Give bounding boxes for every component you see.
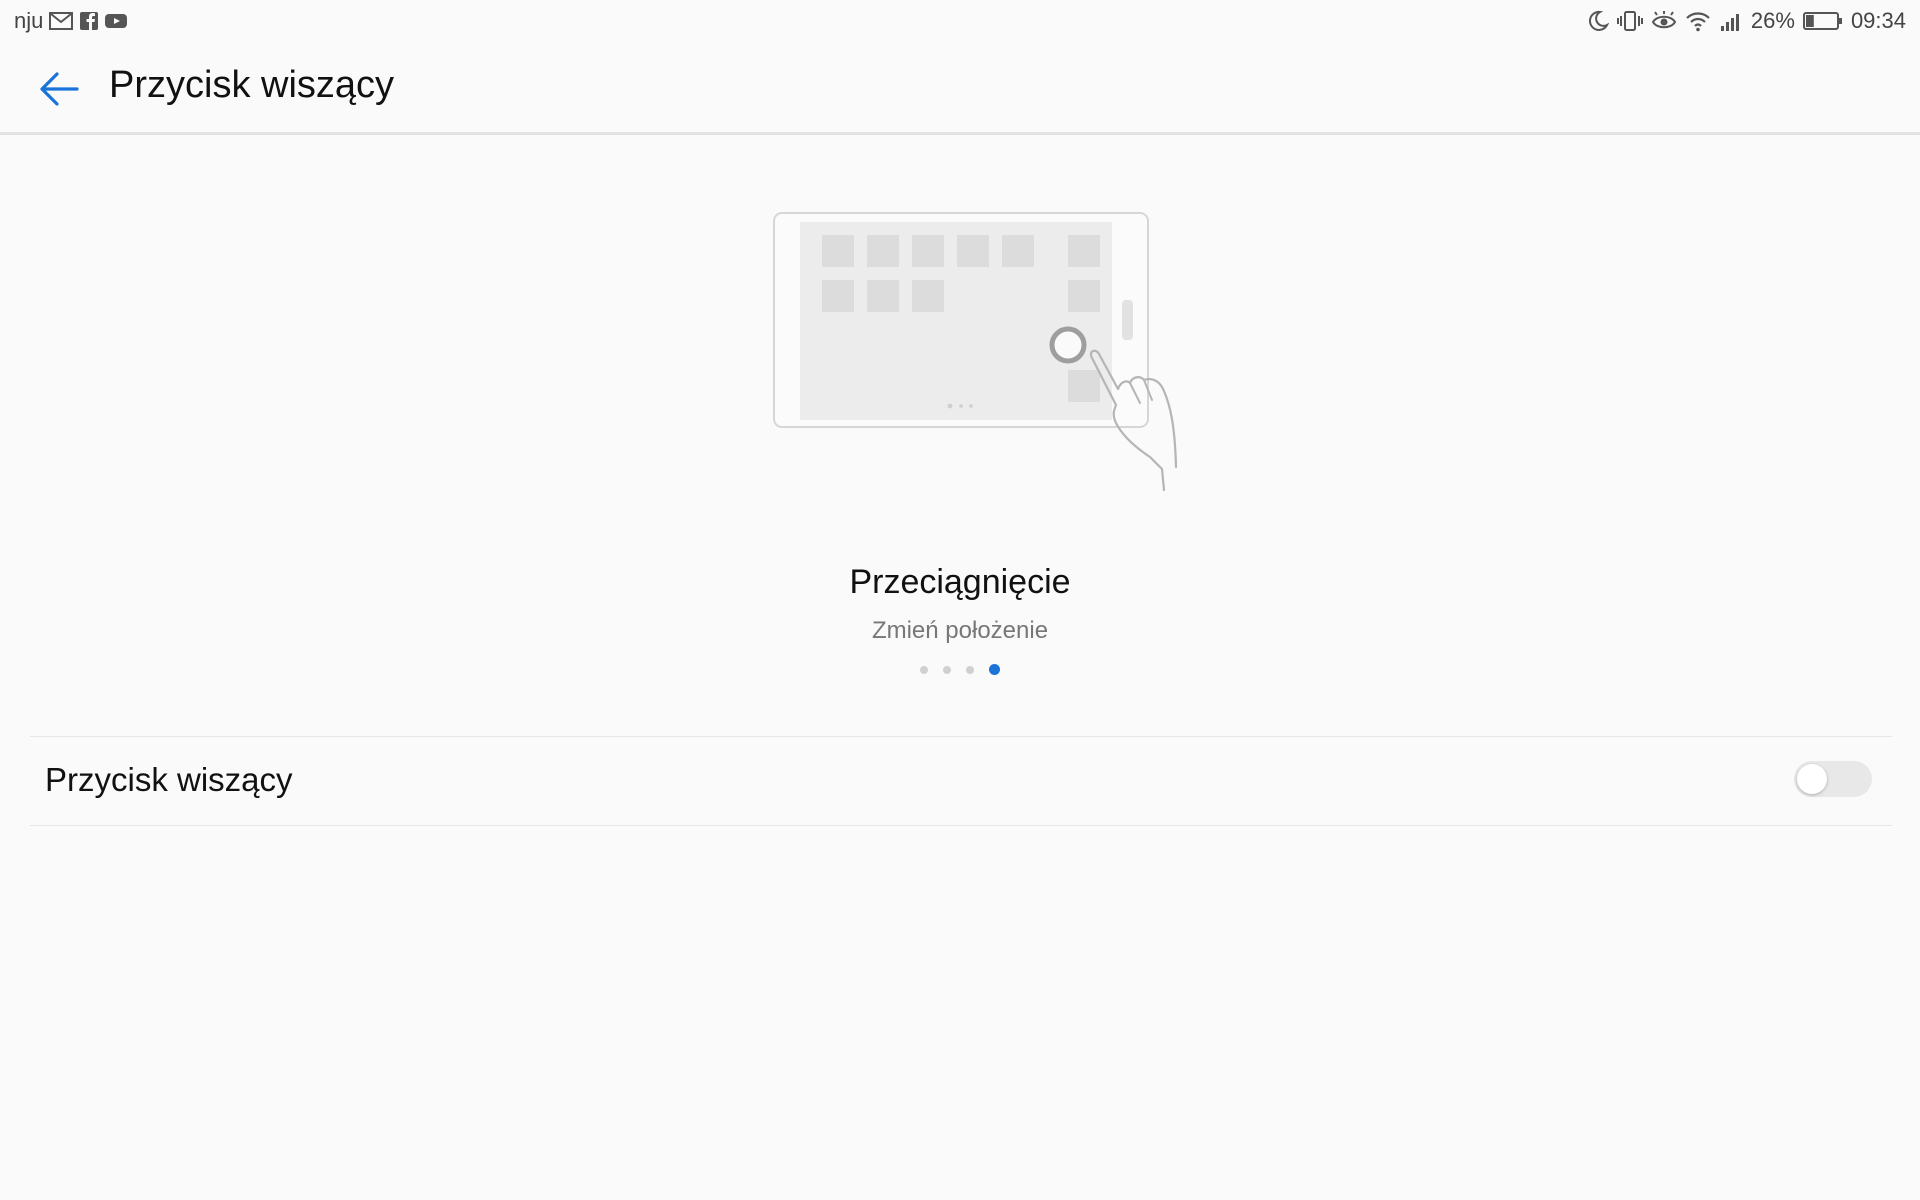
status-bar-left: nju (14, 8, 128, 34)
clock: 09:34 (1850, 8, 1906, 33)
carrier-name: nju (14, 8, 44, 33)
wifi-icon (1685, 10, 1711, 32)
page-dot[interactable] (920, 666, 928, 674)
page-dot[interactable] (989, 664, 1000, 675)
vibrate-icon (1616, 10, 1643, 32)
eye-comfort-icon (1651, 10, 1677, 32)
divider-bottom (30, 825, 1892, 826)
status-bar-right: 26% 09:34 (1587, 8, 1906, 34)
floating-dock-circle (1049, 326, 1087, 364)
signal-icon (1719, 10, 1743, 32)
back-button[interactable] (34, 66, 84, 112)
app-bar: Przycisk wiszący (0, 46, 1920, 135)
tablet-side-handle (1122, 300, 1133, 340)
tutorial-subtitle: Zmień położenie (871, 617, 1049, 644)
youtube-icon (105, 13, 128, 29)
floating-button-label: Przycisk wiszący (45, 761, 293, 798)
status-bar: nju 26% 09:34 (0, 0, 1920, 46)
tutorial-title: Przeciągnięcie (849, 563, 1071, 601)
tutorial-illustration (760, 205, 1220, 505)
facebook-icon (79, 11, 99, 31)
page-dot[interactable] (966, 666, 974, 674)
floating-button-toggle[interactable] (1794, 761, 1872, 797)
do-not-disturb-icon (1587, 10, 1609, 32)
page-dot[interactable] (943, 666, 951, 674)
floating-button-setting-row[interactable]: Przycisk wiszący (30, 737, 1892, 825)
screen: nju 26% 09:34 Przycisk wiszący Przeciągn… (0, 0, 1920, 1200)
battery-icon (1802, 11, 1843, 31)
toggle-knob (1797, 764, 1827, 794)
gmail-icon (49, 12, 74, 30)
arrow-back-icon (39, 71, 79, 107)
battery-percent: 26% (1750, 8, 1795, 33)
page-title: Przycisk wiszący (109, 64, 395, 106)
page-indicator[interactable] (0, 664, 1920, 675)
